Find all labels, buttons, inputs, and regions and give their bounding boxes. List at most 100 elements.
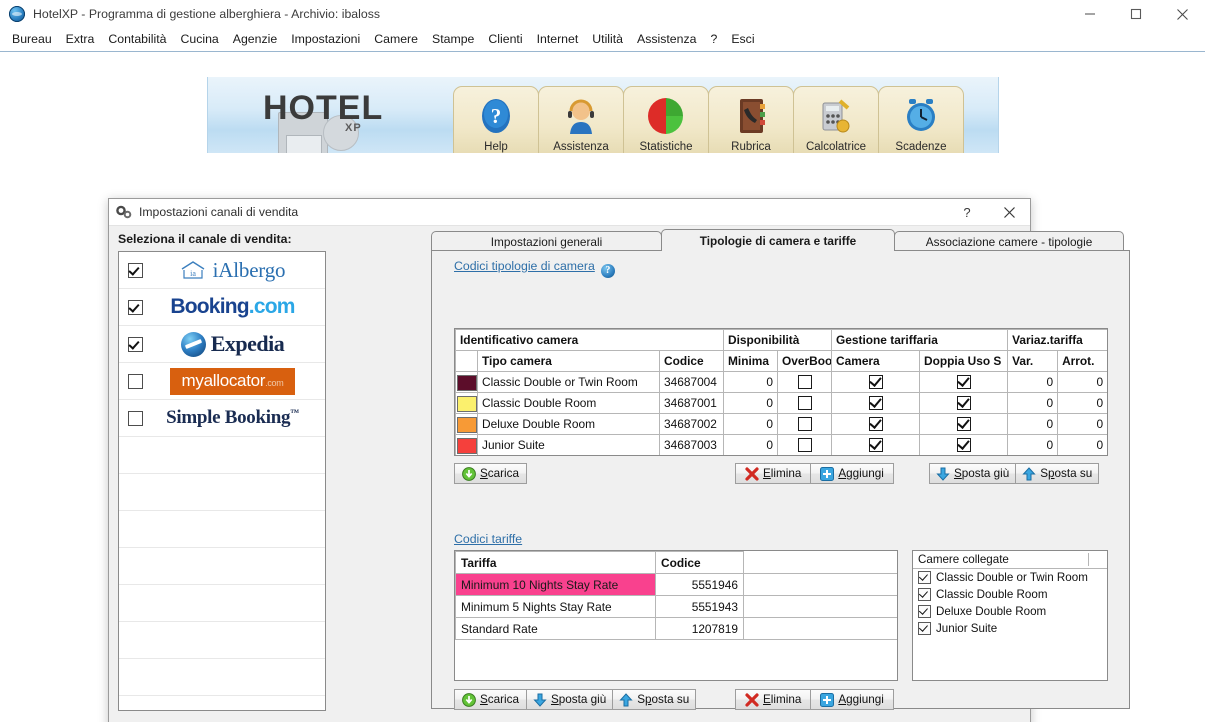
cell-codice-tariffa[interactable]: 1207819 xyxy=(655,617,744,640)
sposta-su-button-rates[interactable]: Sposta su xyxy=(612,689,697,710)
section-title-codici-tariffe[interactable]: Codici tariffe xyxy=(454,532,522,546)
menu-item-bureau[interactable]: Bureau xyxy=(5,30,59,48)
cell-codice[interactable]: 34687002 xyxy=(658,413,725,435)
cell-arrot[interactable]: 0 xyxy=(1057,413,1107,435)
list-item[interactable]: Junior Suite xyxy=(913,620,1107,637)
cell-minima[interactable]: 0 xyxy=(723,392,779,414)
list-item[interactable]: Classic Double Room xyxy=(913,586,1107,603)
channel-list[interactable]: ia iAlbergo Booking.com Expedia myalloca… xyxy=(118,251,326,711)
list-item[interactable]: Classic Double or Twin Room xyxy=(913,569,1107,586)
toolbar-button-assistenza[interactable]: Assistenza xyxy=(538,86,624,153)
menu-item-esci[interactable]: Esci xyxy=(724,30,761,48)
table-row[interactable]: Standard Rate 1207819 xyxy=(455,617,897,640)
menu-item-contabilita[interactable]: Contabilità xyxy=(101,30,173,48)
cell-codice[interactable]: 34687003 xyxy=(658,434,725,455)
room-types-grid[interactable]: Identificativo camera Disponibilità Gest… xyxy=(454,328,1108,456)
channel-checkbox-booking[interactable] xyxy=(128,299,143,315)
cell-minima[interactable]: 0 xyxy=(723,434,779,455)
channel-checkbox-simple-booking[interactable] xyxy=(128,410,143,426)
column-header-minima[interactable]: Minima xyxy=(723,350,779,372)
room-color-swatch-cell[interactable] xyxy=(455,371,478,393)
cell-var[interactable]: 0 xyxy=(1007,434,1059,455)
cell-minima[interactable]: 0 xyxy=(723,371,779,393)
scarica-button-rates[interactable]: Scarica xyxy=(454,689,527,710)
camera-checkbox[interactable] xyxy=(868,374,883,389)
table-row[interactable]: Deluxe Double Room 34687002 0 0 0 xyxy=(455,413,1107,435)
cell-codice-tariffa[interactable]: 5551946 xyxy=(655,573,744,596)
cell-doppia-uso-singola[interactable] xyxy=(919,371,1009,393)
list-item[interactable]: Deluxe Double Room xyxy=(913,603,1107,620)
cell-tipo-camera[interactable]: Junior Suite xyxy=(477,434,660,455)
room-color-swatch-cell[interactable] xyxy=(455,434,478,455)
cell-camera[interactable] xyxy=(831,371,921,393)
column-header-camera[interactable]: Camera xyxy=(831,350,921,372)
cell-overbooking[interactable] xyxy=(777,371,833,393)
tab-associazione-camere-tipologie[interactable]: Associazione camere - tipologie xyxy=(894,231,1124,251)
overbooking-checkbox[interactable] xyxy=(797,374,812,389)
linked-room-checkbox[interactable] xyxy=(918,571,931,584)
menu-item-assistenza[interactable]: Assistenza xyxy=(630,30,703,48)
table-row[interactable]: Classic Double or Twin Room 34687004 0 0… xyxy=(455,371,1107,393)
cell-codice[interactable]: 34687001 xyxy=(658,392,725,414)
cell-var[interactable]: 0 xyxy=(1007,371,1059,393)
toolbar-button-help[interactable]: ? Help xyxy=(453,86,539,153)
table-row[interactable]: Minimum 10 Nights Stay Rate 5551946 xyxy=(455,573,897,596)
elimina-button-rates[interactable]: Elimina xyxy=(735,689,812,710)
column-header-tipo-camera[interactable]: Tipo camera xyxy=(477,350,660,372)
channel-row-expedia[interactable]: Expedia xyxy=(119,326,325,363)
linked-room-checkbox[interactable] xyxy=(918,588,931,601)
column-header-codice[interactable]: Codice xyxy=(658,350,725,372)
column-header-color[interactable] xyxy=(455,350,478,372)
cell-minima[interactable]: 0 xyxy=(723,413,779,435)
scarica-button-room-types[interactable]: Scarica xyxy=(454,463,527,484)
menu-item-camere[interactable]: Camere xyxy=(367,30,425,48)
maximize-button[interactable] xyxy=(1113,0,1159,28)
channel-checkbox-myallocator[interactable] xyxy=(128,373,143,389)
menu-item-cucina[interactable]: Cucina xyxy=(173,30,225,48)
channel-checkbox-ialbergo[interactable] xyxy=(128,262,143,278)
toolbar-button-rubrica[interactable]: Rubrica xyxy=(708,86,794,153)
cell-tipo-camera[interactable]: Classic Double Room xyxy=(477,392,660,414)
channel-checkbox-expedia[interactable] xyxy=(128,336,143,352)
table-row[interactable]: Junior Suite 34687003 0 0 0 xyxy=(455,434,1107,455)
toolbar-button-statistiche[interactable]: Statistiche xyxy=(623,86,709,153)
doppia-uso-singola-checkbox[interactable] xyxy=(956,416,971,431)
column-header-doppia-uso-singola[interactable]: Doppia Uso S xyxy=(919,350,1009,372)
menu-item-help[interactable]: ? xyxy=(703,30,724,48)
channel-row-simple-booking[interactable]: Simple Booking™ xyxy=(119,400,325,437)
cell-overbooking[interactable] xyxy=(777,392,833,414)
cell-var[interactable]: 0 xyxy=(1007,392,1059,414)
menu-item-stampe[interactable]: Stampe xyxy=(425,30,481,48)
tab-tipologie-camera-tariffe[interactable]: Tipologie di camera e tariffe xyxy=(661,229,895,251)
room-color-swatch-cell[interactable] xyxy=(455,392,478,414)
linked-rooms-panel[interactable]: Camere collegate Classic Double or Twin … xyxy=(912,550,1108,681)
channel-row-ialbergo[interactable]: ia iAlbergo xyxy=(119,252,325,289)
cell-camera[interactable] xyxy=(831,392,921,414)
table-row[interactable]: Minimum 5 Nights Stay Rate 5551943 xyxy=(455,595,897,618)
column-header-overbooking[interactable]: OverBoo xyxy=(777,350,833,372)
camera-checkbox[interactable] xyxy=(868,395,883,410)
toolbar-button-calcolatrice[interactable]: Calcolatrice xyxy=(793,86,879,153)
cell-doppia-uso-singola[interactable] xyxy=(919,413,1009,435)
cell-codice[interactable]: 34687004 xyxy=(658,371,725,393)
overbooking-checkbox[interactable] xyxy=(797,416,812,431)
cell-var[interactable]: 0 xyxy=(1007,413,1059,435)
rates-grid[interactable]: Tariffa Codice Minimum 10 Nights Stay Ra… xyxy=(454,550,898,681)
aggiungi-button-room-types[interactable]: Aggiungi xyxy=(810,463,894,484)
help-circle-icon[interactable]: ? xyxy=(600,264,615,278)
overbooking-checkbox[interactable] xyxy=(797,395,812,410)
doppia-uso-singola-checkbox[interactable] xyxy=(956,395,971,410)
sposta-giu-button-rates[interactable]: Sposta giù xyxy=(525,689,614,710)
column-header-arrot[interactable]: Arrot. xyxy=(1057,350,1107,372)
dialog-help-button[interactable]: ? xyxy=(946,199,988,225)
column-header-tariffa[interactable]: Tariffa xyxy=(455,551,656,574)
cell-camera[interactable] xyxy=(831,413,921,435)
menu-item-impostazioni[interactable]: Impostazioni xyxy=(284,30,367,48)
cell-tariffa[interactable]: Minimum 10 Nights Stay Rate xyxy=(455,573,656,596)
menu-item-utilita[interactable]: Utilità xyxy=(585,30,630,48)
cell-overbooking[interactable] xyxy=(777,434,833,455)
menu-item-clienti[interactable]: Clienti xyxy=(481,30,529,48)
dialog-close-button[interactable] xyxy=(988,199,1030,225)
cell-arrot[interactable]: 0 xyxy=(1057,434,1107,455)
close-button[interactable] xyxy=(1159,0,1205,28)
